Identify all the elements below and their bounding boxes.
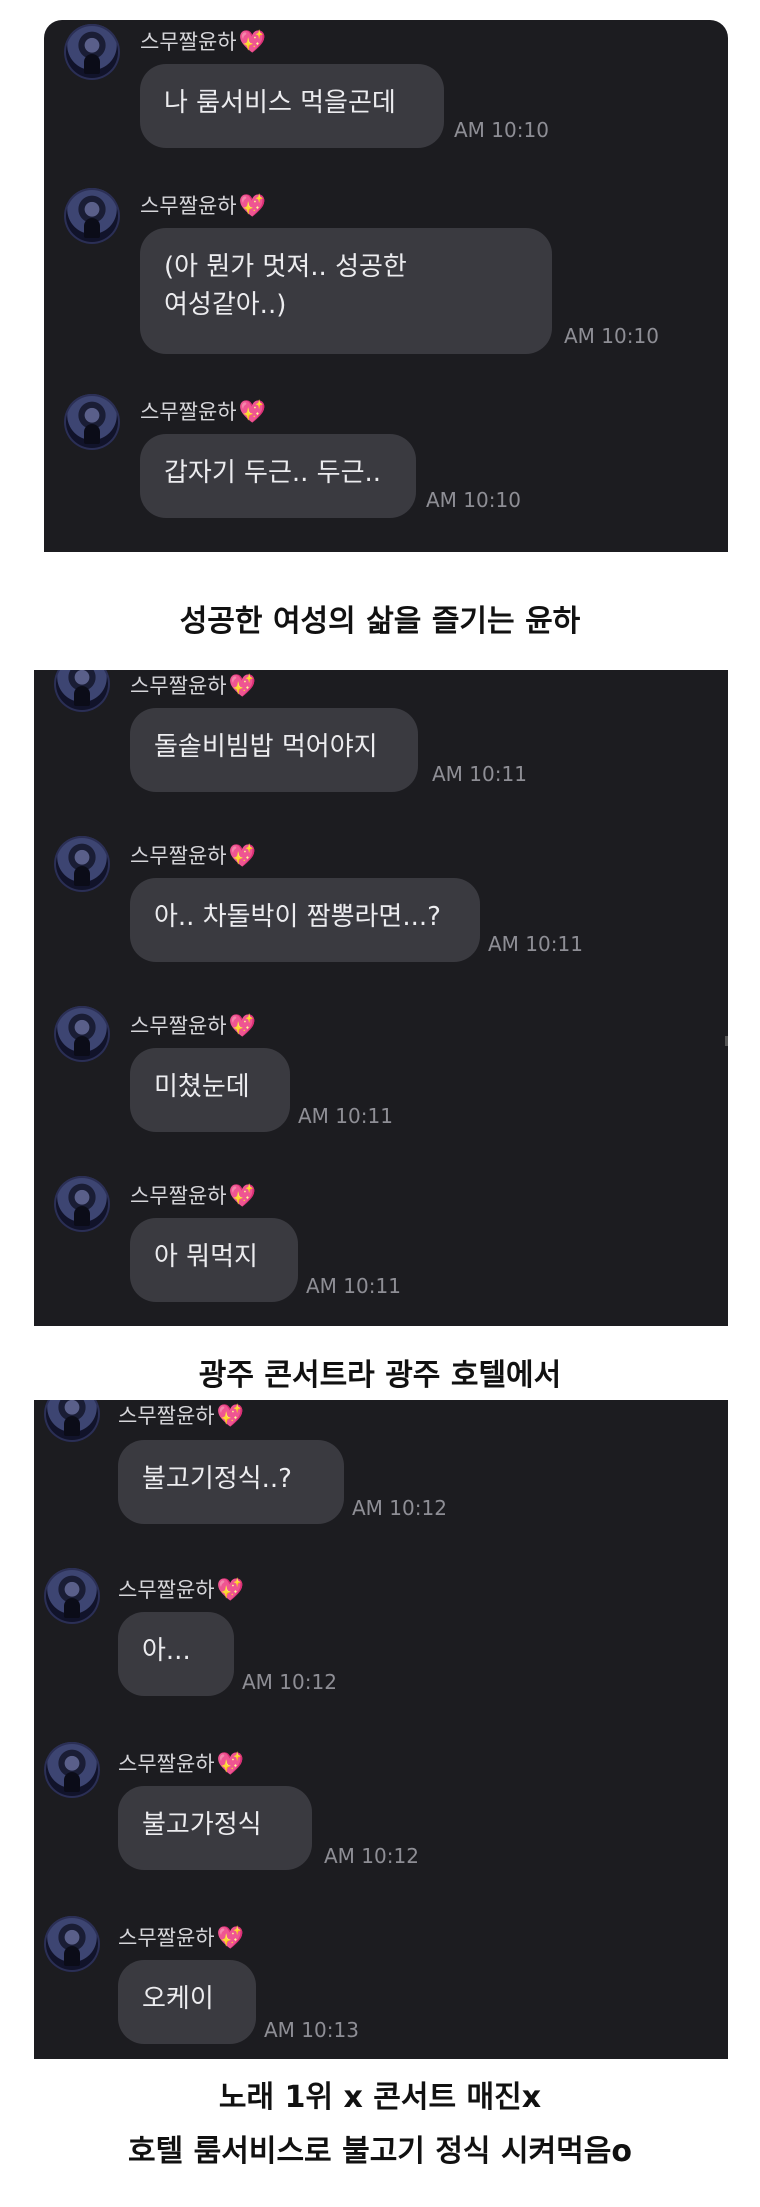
avatar[interactable]: [64, 24, 120, 80]
heart-icon: 💖: [216, 1926, 245, 1951]
sender-name: 스무짤윤하💖: [130, 844, 257, 869]
chat-panel-1: 스무짤윤하💖 나 룸서비스 먹을곤데 AM 10:10 스무짤윤하💖 (아 뭔가…: [44, 20, 728, 552]
avatar[interactable]: [44, 1916, 100, 1972]
sender-name: 스무짤윤하💖: [140, 194, 267, 219]
sender-name: 스무짤윤하💖: [118, 1404, 245, 1429]
heart-icon: 💖: [228, 1014, 257, 1039]
sender-name: 스무짤윤하💖: [118, 1752, 245, 1777]
avatar[interactable]: [44, 1568, 100, 1624]
avatar[interactable]: [54, 1006, 110, 1062]
message-bubble[interactable]: 불고가정식: [118, 1786, 312, 1870]
avatar[interactable]: [44, 1400, 100, 1442]
message-time: AM 10:11: [432, 762, 527, 786]
heart-icon: 💖: [228, 844, 257, 869]
message-bubble[interactable]: 돌솥비빔밥 먹어야지: [130, 708, 418, 792]
message-bubble[interactable]: 갑자기 두근.. 두근..: [140, 434, 416, 518]
caption-1: 성공한 여성의 삶을 즐기는 윤하: [179, 604, 581, 639]
caption-3-line-1: 노래 1위 x 콘서트 매진x: [218, 2080, 542, 2115]
heart-icon: 💖: [238, 400, 267, 425]
avatar[interactable]: [54, 670, 110, 712]
avatar[interactable]: [44, 1742, 100, 1798]
avatar[interactable]: [64, 188, 120, 244]
message-bubble[interactable]: (아 뭔가 멋져.. 성공한 여성같아..): [140, 228, 552, 354]
message-time: AM 10:11: [298, 1104, 393, 1128]
caption-2: 광주 콘서트라 광주 호텔에서: [198, 1358, 562, 1393]
message-time: AM 10:12: [352, 1496, 447, 1520]
message-bubble[interactable]: 미쳤눈데: [130, 1048, 290, 1132]
message-time: AM 10:11: [306, 1274, 401, 1298]
heart-icon: 💖: [238, 194, 267, 219]
avatar[interactable]: [64, 394, 120, 450]
sender-name: 스무짤윤하💖: [140, 400, 267, 425]
message-time: AM 10:12: [242, 1670, 337, 1694]
message-time: AM 10:12: [324, 1844, 419, 1868]
message-bubble[interactable]: 아 뭐먹지: [130, 1218, 298, 1302]
sender-name: 스무짤윤하💖: [130, 674, 257, 699]
message-time: AM 10:11: [488, 932, 583, 956]
sender-name: 스무짤윤하💖: [118, 1926, 245, 1951]
message-bubble[interactable]: 불고기정식..?: [118, 1440, 344, 1524]
chat-panel-2: 스무짤윤하💖 돌솥비빔밥 먹어야지 AM 10:11 스무짤윤하💖 아.. 차돌…: [34, 670, 728, 1326]
message-bubble[interactable]: 오케이: [118, 1960, 256, 2044]
sender-name: 스무짤윤하💖: [118, 1578, 245, 1603]
scrollbar-marker: [725, 1036, 728, 1046]
sender-name: 스무짤윤하💖: [140, 30, 267, 55]
sender-name: 스무짤윤하💖: [130, 1014, 257, 1039]
message-bubble[interactable]: 아.. 차돌박이 짬뽕라면...?: [130, 878, 480, 962]
sender-name: 스무짤윤하💖: [130, 1184, 257, 1209]
message-time: AM 10:10: [454, 118, 549, 142]
message-time: AM 10:13: [264, 2018, 359, 2042]
heart-icon: 💖: [238, 30, 267, 55]
heart-icon: 💖: [216, 1752, 245, 1777]
heart-icon: 💖: [216, 1404, 245, 1429]
message-bubble[interactable]: 아...: [118, 1612, 234, 1696]
avatar[interactable]: [54, 836, 110, 892]
message-time: AM 10:10: [426, 488, 521, 512]
caption-3-line-2: 호텔 룸서비스로 불고기 정식 시켜먹음o: [128, 2134, 632, 2169]
message-bubble[interactable]: 나 룸서비스 먹을곤데: [140, 64, 444, 148]
heart-icon: 💖: [216, 1578, 245, 1603]
message-time: AM 10:10: [564, 324, 659, 348]
avatar[interactable]: [54, 1176, 110, 1232]
chat-panel-3: 스무짤윤하💖 불고기정식..? AM 10:12 스무짤윤하💖 아... AM …: [34, 1400, 728, 2059]
heart-icon: 💖: [228, 674, 257, 699]
heart-icon: 💖: [228, 1184, 257, 1209]
